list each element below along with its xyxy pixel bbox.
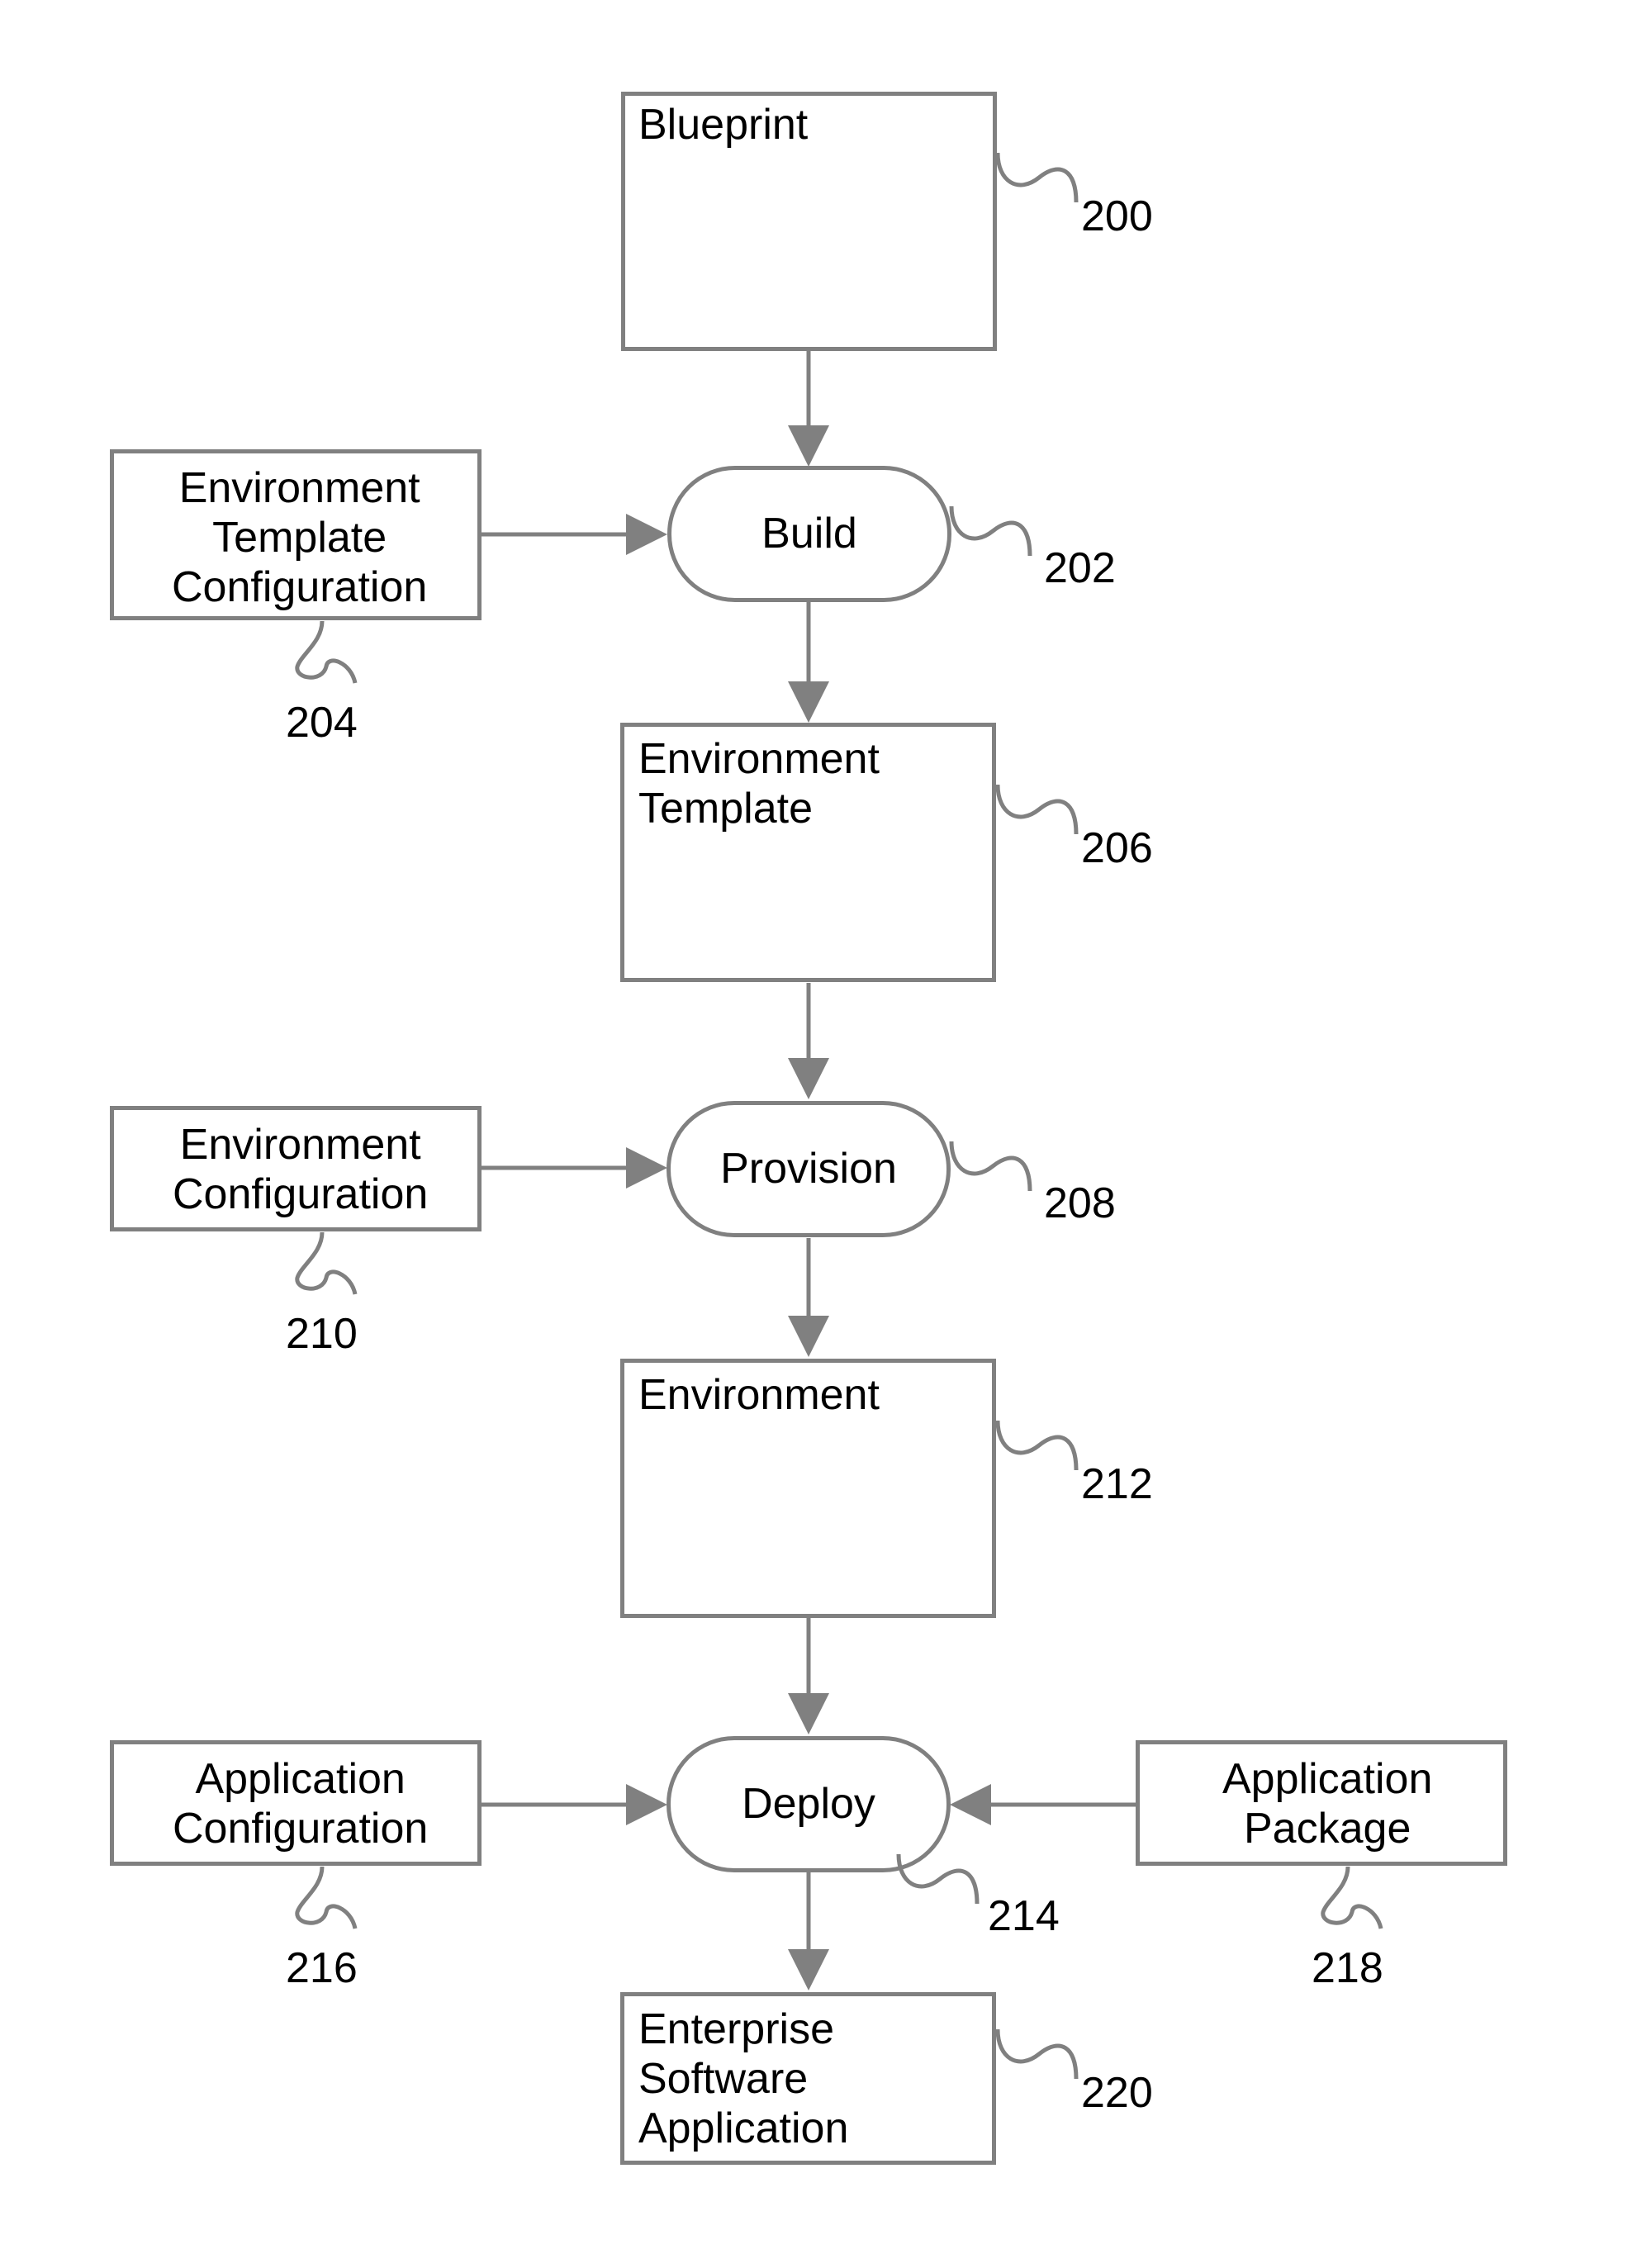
label-build: Build <box>761 510 857 559</box>
pill-build: Build <box>667 466 951 602</box>
squiggle-enterprise-app <box>994 2025 1084 2100</box>
squiggle-deploy <box>894 1850 985 1924</box>
label-deploy: Deploy <box>742 1780 875 1829</box>
squiggle-build <box>947 502 1038 576</box>
squiggle-env-config <box>277 1228 368 1302</box>
ref-provision: 208 <box>1044 1179 1116 1228</box>
squiggle-app-package <box>1302 1862 1393 1937</box>
squiggle-blueprint <box>994 149 1084 223</box>
squiggle-env-template-config <box>277 617 368 691</box>
ref-app-config: 216 <box>286 1943 358 1993</box>
squiggle-environment <box>994 1416 1084 1491</box>
label-app-package: Application Package <box>1222 1755 1432 1854</box>
label-app-config: Application Configuration <box>173 1755 428 1854</box>
label-blueprint: Blueprint <box>638 101 808 150</box>
ref-enterprise-app: 220 <box>1081 2068 1153 2118</box>
pill-provision: Provision <box>667 1101 951 1237</box>
ref-environment: 212 <box>1081 1459 1153 1509</box>
ref-env-config: 210 <box>286 1309 358 1359</box>
ref-deploy: 214 <box>988 1891 1060 1941</box>
ref-blueprint: 200 <box>1081 192 1153 241</box>
label-enterprise-app: Enterprise Software Application <box>638 2005 848 2153</box>
label-env-config: Environment Configuration <box>173 1121 428 1220</box>
label-env-template: Environment Template <box>638 735 880 834</box>
squiggle-app-config <box>277 1862 368 1937</box>
ref-build: 202 <box>1044 543 1116 593</box>
squiggle-env-template <box>994 781 1084 855</box>
ref-app-package: 218 <box>1312 1943 1383 1993</box>
ref-env-template-config: 204 <box>286 698 358 747</box>
label-env-template-config: Environment Template Configuration <box>172 464 427 612</box>
label-environment: Environment <box>638 1371 880 1421</box>
label-provision: Provision <box>720 1145 897 1194</box>
squiggle-provision <box>947 1137 1038 1212</box>
ref-env-template: 206 <box>1081 823 1153 873</box>
